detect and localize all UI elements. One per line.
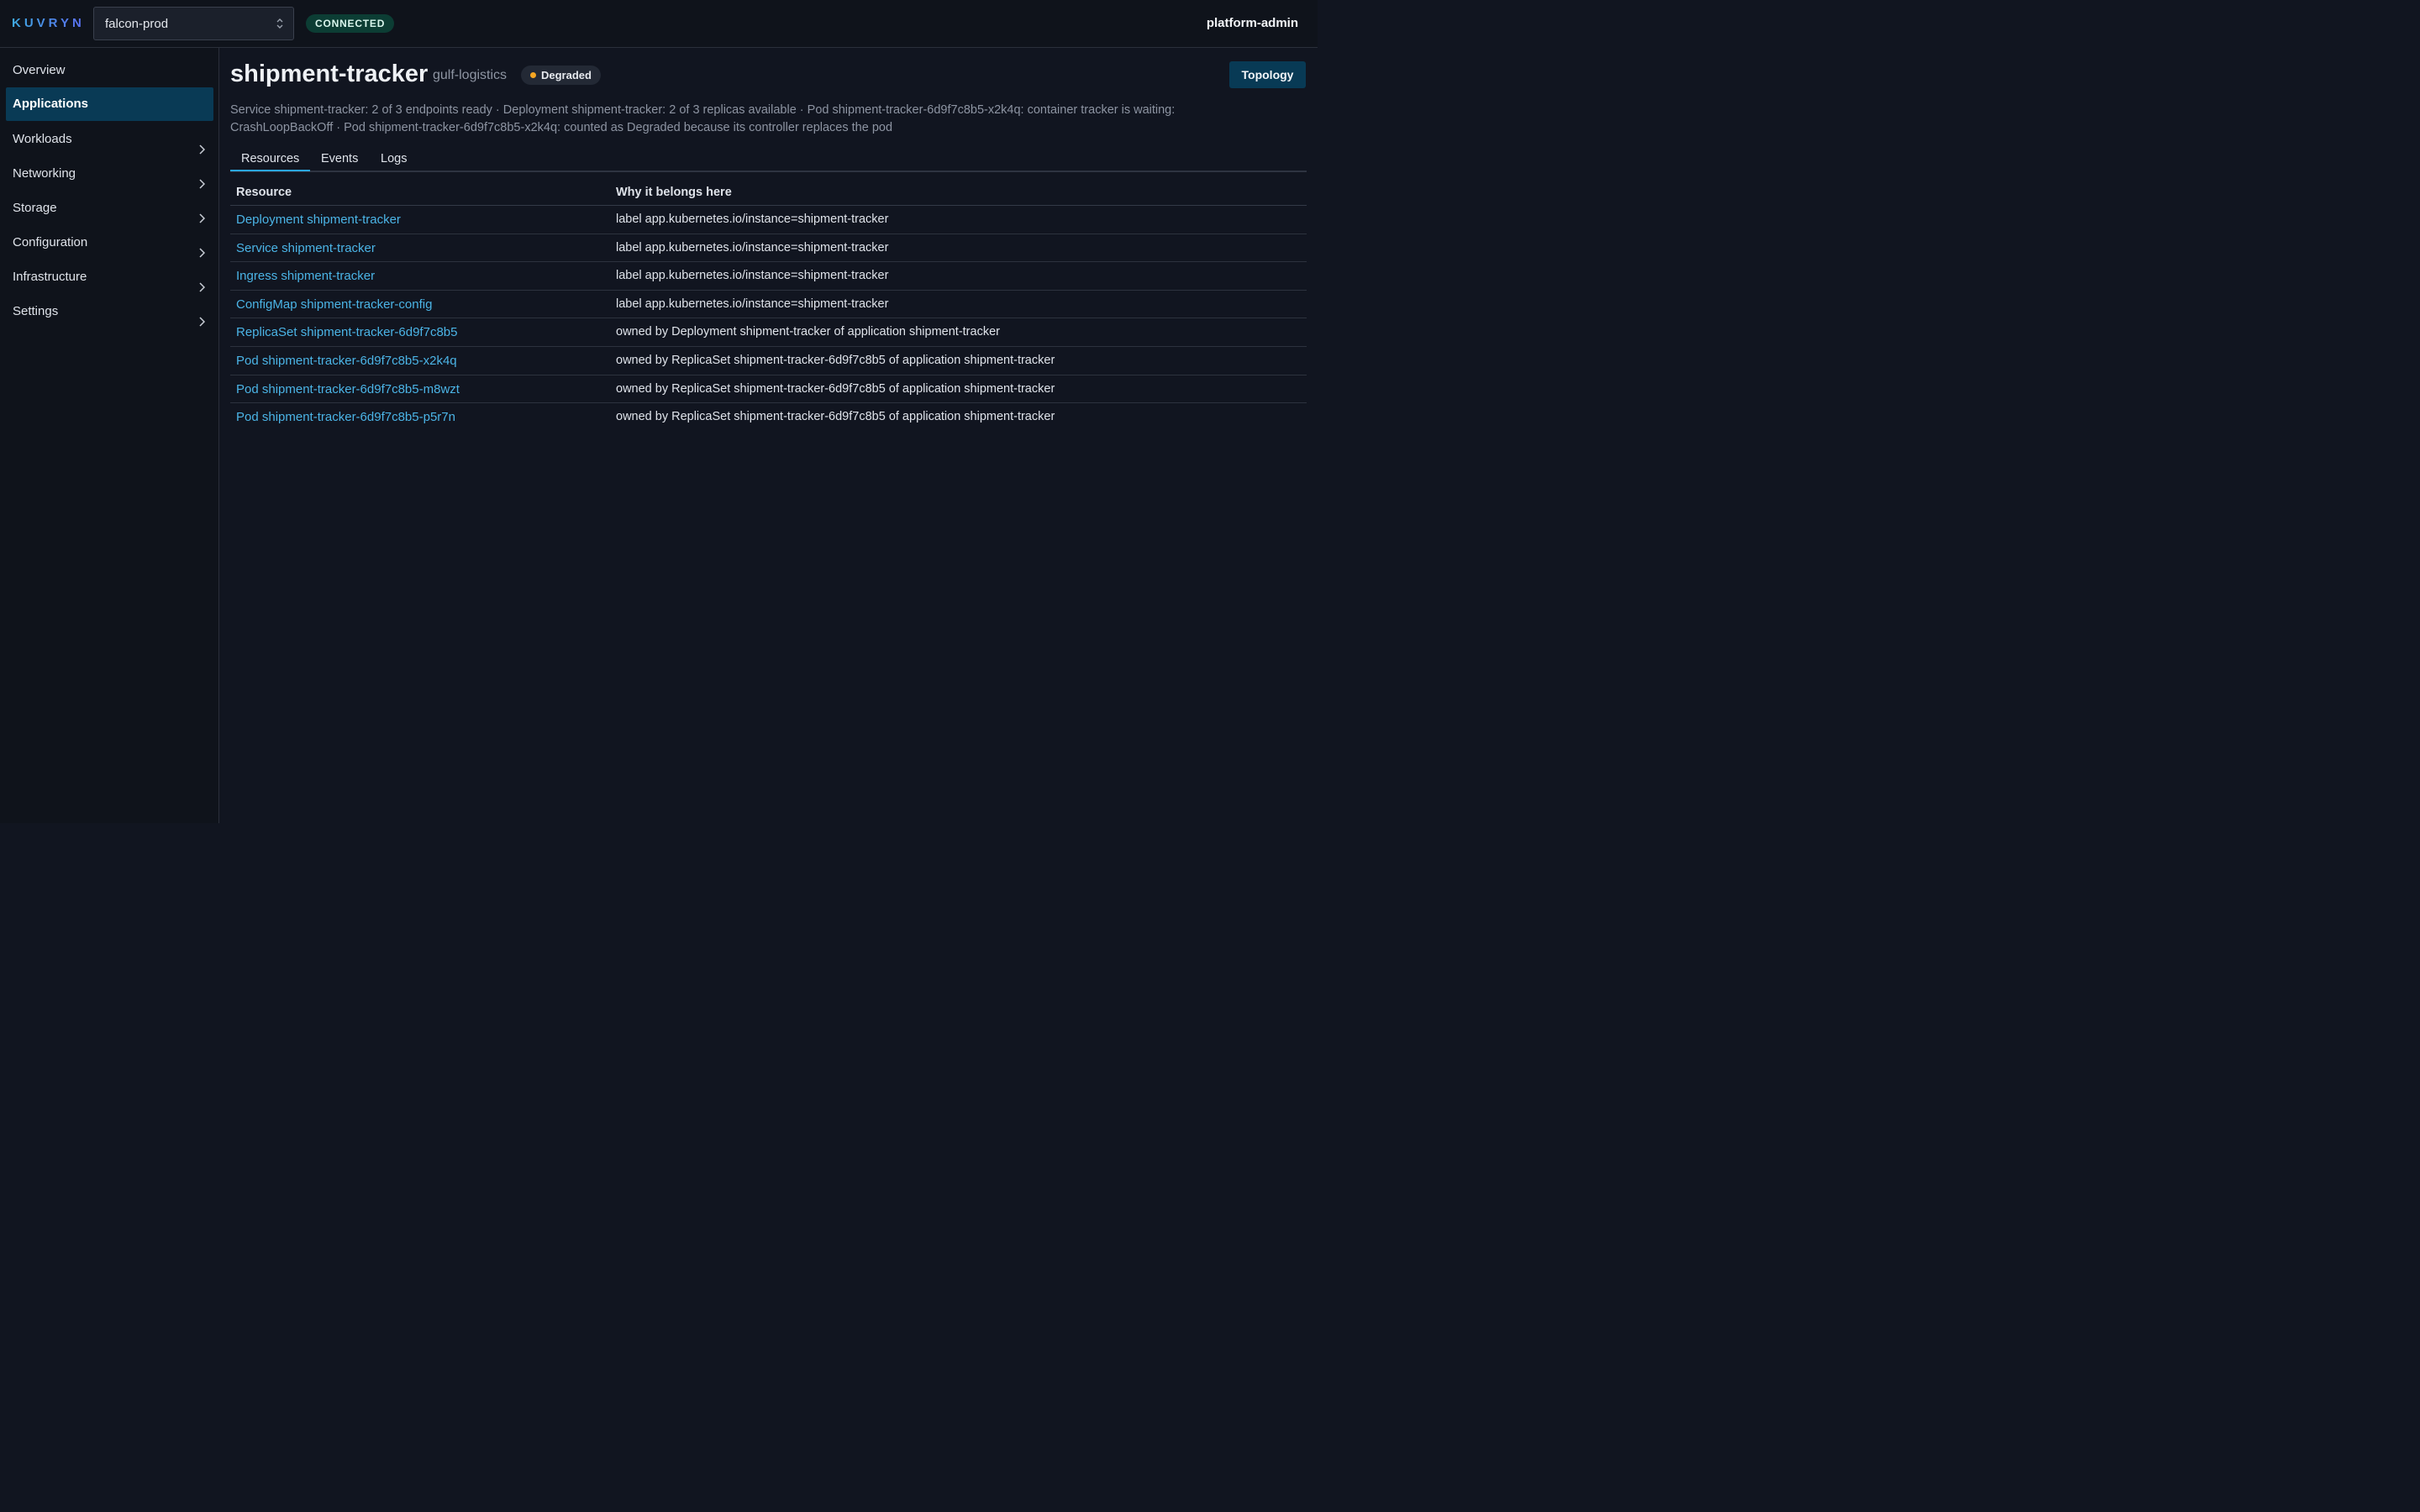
status-label: Degraded xyxy=(541,69,592,81)
health-summary: Service shipment-tracker: 2 of 3 endpoin… xyxy=(230,103,1176,134)
resource-reason: label app.kubernetes.io/instance=shipmen… xyxy=(616,269,889,283)
sidebar-item-label: Infrastructure xyxy=(13,270,87,284)
sidebar-item-infrastructure[interactable]: Infrastructure xyxy=(6,260,213,294)
topology-button[interactable]: Topology xyxy=(1229,61,1306,88)
sidebar-item-networking[interactable]: Networking xyxy=(6,157,213,191)
resource-link[interactable]: Ingress shipment-tracker xyxy=(236,269,375,283)
resource-link[interactable]: Pod shipment-tracker-6d9f7c8b5-m8wzt xyxy=(236,382,460,396)
chevron-right-icon xyxy=(198,307,206,340)
sidebar-item-storage[interactable]: Storage xyxy=(6,192,213,225)
sidebar-item-workloads[interactable]: Workloads xyxy=(6,123,213,156)
resource-reason: owned by ReplicaSet shipment-tracker-6d9… xyxy=(616,410,1055,424)
resources-table: Resource Why it belongs here Deployment … xyxy=(230,178,1307,432)
active-tab-indicator xyxy=(230,170,310,171)
table-row: Deployment shipment-tracker label app.ku… xyxy=(230,206,1307,234)
resource-reason: label app.kubernetes.io/instance=shipmen… xyxy=(616,297,889,311)
tab-logs[interactable]: Logs xyxy=(381,152,407,165)
table-row: Pod shipment-tracker-6d9f7c8b5-x2k4q own… xyxy=(230,347,1307,375)
sidebar-item-overview[interactable]: Overview xyxy=(6,54,213,87)
tab-bar: Resources Events Logs xyxy=(230,149,1307,172)
table-row: Pod shipment-tracker-6d9f7c8b5-p5r7n own… xyxy=(230,403,1307,432)
page-title: shipment-tracker xyxy=(230,60,429,87)
resource-link[interactable]: ReplicaSet shipment-tracker-6d9f7c8b5 xyxy=(236,325,457,339)
sidebar-item-applications[interactable]: Applications xyxy=(6,87,213,121)
user-menu[interactable]: platform-admin xyxy=(1207,16,1298,30)
sidebar-item-configuration[interactable]: Configuration xyxy=(6,226,213,260)
column-header-resource: Resource xyxy=(236,186,292,199)
resource-link[interactable]: Pod shipment-tracker-6d9f7c8b5-x2k4q xyxy=(236,354,457,368)
tab-events[interactable]: Events xyxy=(321,152,358,165)
resource-link[interactable]: Pod shipment-tracker-6d9f7c8b5-p5r7n xyxy=(236,410,455,424)
resource-link[interactable]: Service shipment-tracker xyxy=(236,241,376,255)
table-row: ReplicaSet shipment-tracker-6d9f7c8b5 ow… xyxy=(230,318,1307,347)
resource-reason: owned by ReplicaSet shipment-tracker-6d9… xyxy=(616,353,1055,367)
brand-logo: KUVRYN xyxy=(12,16,85,30)
table-row: ConfigMap shipment-tracker-config label … xyxy=(230,291,1307,319)
main-content: shipment-tracker gulf-logistics Degraded… xyxy=(220,48,1318,823)
tab-resources[interactable]: Resources xyxy=(241,152,299,165)
table-row: Service shipment-tracker label app.kuber… xyxy=(230,234,1307,263)
sidebar-item-label: Configuration xyxy=(13,235,88,249)
sidebar-item-label: Workloads xyxy=(13,132,72,146)
connection-status-badge: CONNECTED xyxy=(306,14,395,33)
sidebar-item-label: Storage xyxy=(13,201,57,215)
table-row: Pod shipment-tracker-6d9f7c8b5-m8wzt own… xyxy=(230,375,1307,404)
namespace-label: gulf-logistics xyxy=(433,68,508,82)
top-bar: KUVRYN falcon-prod CONNECTED platform-ad… xyxy=(0,0,1318,48)
sidebar-item-label: Settings xyxy=(13,304,59,318)
status-dot-icon xyxy=(530,72,536,78)
sidebar-item-label: Overview xyxy=(13,63,66,77)
sidebar-item-label: Networking xyxy=(13,166,76,181)
table-row: Ingress shipment-tracker label app.kuber… xyxy=(230,262,1307,291)
chevron-up-down-icon xyxy=(275,17,285,34)
resource-reason: label app.kubernetes.io/instance=shipmen… xyxy=(616,240,889,255)
table-header-row: Resource Why it belongs here xyxy=(230,178,1307,206)
status-badge: Degraded xyxy=(521,66,601,85)
resource-reason: label app.kubernetes.io/instance=shipmen… xyxy=(616,213,889,226)
sidebar-item-settings[interactable]: Settings xyxy=(6,295,213,328)
resource-link[interactable]: Deployment shipment-tracker xyxy=(236,213,401,227)
cluster-select[interactable]: falcon-prod xyxy=(93,7,294,40)
column-header-reason: Why it belongs here xyxy=(616,186,732,199)
sidebar: Overview Applications Workloads Networki… xyxy=(0,48,219,823)
cluster-select-value: falcon-prod xyxy=(105,17,169,31)
resource-link[interactable]: ConfigMap shipment-tracker-config xyxy=(236,297,432,312)
sidebar-item-label: Applications xyxy=(13,97,89,111)
resource-reason: owned by Deployment shipment-tracker of … xyxy=(616,325,1000,339)
resource-reason: owned by ReplicaSet shipment-tracker-6d9… xyxy=(616,381,1055,396)
